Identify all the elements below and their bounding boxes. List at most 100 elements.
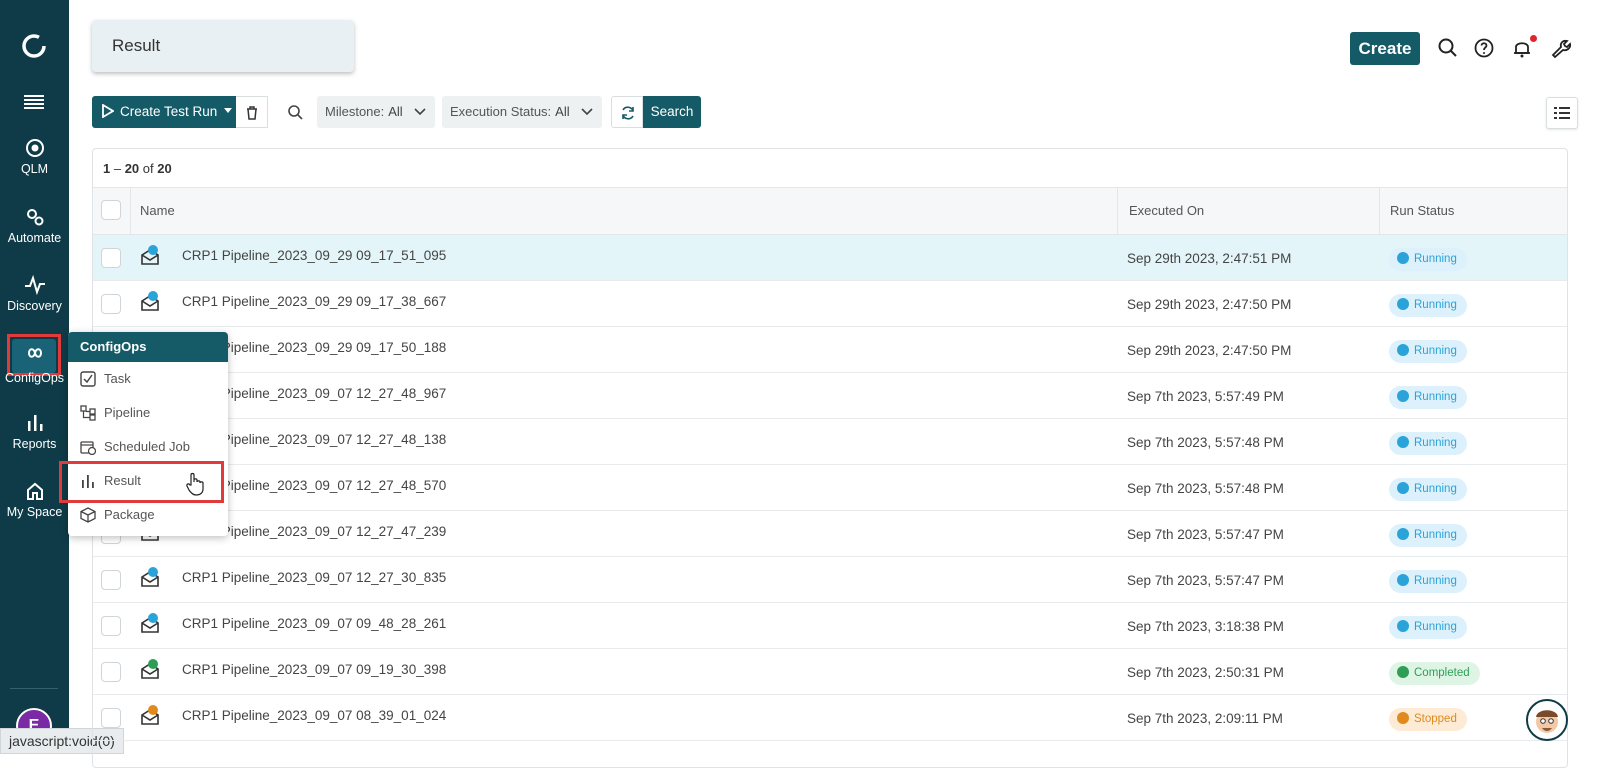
status-badge: Running: [1389, 524, 1467, 547]
menu-item-label: Task: [104, 371, 131, 386]
sidebar-item-label: Reports: [12, 437, 57, 451]
menu-item-pipeline[interactable]: Pipeline: [68, 396, 228, 430]
row-checkbox[interactable]: [101, 616, 121, 636]
table-row[interactable]: CRP1 Pipeline_2023_09_07 12_27_48_570 Sep…: [93, 465, 1567, 511]
menu-item-label: Pipeline: [104, 405, 151, 420]
create-button[interactable]: Create: [1350, 32, 1420, 65]
status-label: Running: [1414, 299, 1457, 311]
status-badge: Running: [1389, 570, 1467, 593]
hamburger-menu-icon[interactable]: [24, 95, 44, 109]
status-badge: Running: [1389, 340, 1467, 363]
status-badge: Running: [1389, 248, 1467, 271]
results-table: 1 – 20 of 20 Name Executed On Run Status…: [92, 148, 1568, 768]
pagination-count: 1 – 20 of 20: [103, 161, 172, 176]
checkbox-icon: [80, 371, 96, 387]
row-checkbox[interactable]: [101, 294, 121, 314]
table-row[interactable]: CRP1 Pipeline_2023_09_07 12_27_30_835 Sep…: [93, 557, 1567, 603]
row-checkbox[interactable]: [101, 248, 121, 268]
run-name[interactable]: CRP1 Pipeline_2023_09_29 09_17_51_095: [182, 248, 446, 263]
pipeline-run-icon: [141, 659, 159, 679]
status-label: Completed: [1414, 667, 1470, 679]
sidebar-divider: [10, 688, 58, 689]
run-name[interactable]: CRP1 Pipeline_2023_09_07 12_27_30_835: [182, 570, 446, 585]
table-row[interactable]: CRP1 Pipeline_2023_09_07 09_48_28_261 Sep…: [93, 603, 1567, 649]
table-row[interactable]: CRP1 Pipeline_2023_09_07 12_27_48_138 Sep…: [93, 419, 1567, 465]
page-title: Result: [92, 20, 354, 72]
trash-icon: [247, 106, 257, 120]
create-test-run-button[interactable]: Create Test Run: [92, 96, 236, 128]
status-badge: Stopped: [1389, 708, 1467, 731]
executed-on: Sep 7th 2023, 5:57:47 PM: [1127, 573, 1284, 588]
row-checkbox[interactable]: [101, 662, 121, 682]
table-row[interactable]: CRP1 Pipeline_2023_09_07 08_39_01_024 Sep…: [93, 695, 1567, 741]
run-name[interactable]: CRP1 Pipeline_2023_09_07 08_39_01_024: [182, 708, 446, 723]
chatbot-assistant-avatar[interactable]: [1526, 699, 1568, 741]
menu-item-scheduled-job[interactable]: Scheduled Job: [68, 430, 228, 464]
home-icon: [26, 482, 43, 500]
status-label: Running: [1414, 253, 1457, 265]
row-checkbox[interactable]: [101, 570, 121, 590]
chevron-down-icon: [581, 108, 593, 116]
refresh-button[interactable]: [611, 96, 643, 128]
column-header-executed-on[interactable]: Executed On: [1129, 188, 1204, 234]
menu-title: ConfigOps: [68, 332, 228, 362]
search-button[interactable]: Search: [643, 96, 701, 128]
table-row[interactable]: CRP1 Pipeline_2023_09_29 09_17_38_667 Sep…: [93, 281, 1567, 327]
execution-status-value: All: [555, 104, 570, 119]
status-label: Running: [1414, 391, 1457, 403]
sidebar-item-discovery[interactable]: Discovery: [0, 275, 69, 313]
help-icon[interactable]: [1473, 37, 1495, 59]
play-icon: [102, 103, 115, 119]
package-box-icon: [80, 507, 96, 523]
status-dot-icon: [1397, 712, 1409, 724]
sidebar-item-configops[interactable]: ConfigOps: [0, 345, 69, 385]
milestone-value: All: [388, 104, 403, 119]
sidebar-item-label: ConfigOps: [4, 371, 65, 385]
column-divider: [130, 188, 131, 234]
table-row[interactable]: CRP1 Pipeline_2023_09_07 12_27_48_967 Sep…: [93, 373, 1567, 419]
sidebar-item-automate[interactable]: Automate: [0, 207, 69, 245]
executed-on: Sep 7th 2023, 5:57:49 PM: [1127, 389, 1284, 404]
table-row[interactable]: CRP1 Pipeline_2023_09_29 09_17_51_095 Sep…: [93, 235, 1567, 281]
milestone-filter[interactable]: Milestone: All: [317, 96, 435, 128]
menu-item-package[interactable]: Package: [68, 498, 228, 532]
status-badge: Completed: [1389, 662, 1480, 685]
run-name[interactable]: CRP1 Pipeline_2023_09_29 09_17_38_667: [182, 294, 446, 309]
list-icon: [1554, 107, 1570, 119]
status-dot-icon: [1397, 390, 1409, 402]
executed-on: Sep 7th 2023, 5:57:48 PM: [1127, 481, 1284, 496]
status-dot-icon: [1397, 574, 1409, 586]
bot-face-icon: [1536, 710, 1558, 733]
status-dot-icon: [1397, 298, 1409, 310]
executed-on: Sep 7th 2023, 5:57:47 PM: [1127, 527, 1284, 542]
status-label: Running: [1414, 575, 1457, 587]
sidebar-item-qlm[interactable]: QLM: [0, 138, 69, 176]
list-view-button[interactable]: [1546, 97, 1578, 129]
column-divider: [1379, 188, 1380, 234]
table-row[interactable]: CRP1 Pipeline_2023_09_07 09_19_30_398 Sep…: [93, 649, 1567, 695]
delete-button[interactable]: [236, 96, 268, 128]
search-icon[interactable]: [1437, 37, 1459, 59]
pulse-icon: [24, 275, 45, 295]
row-checkbox[interactable]: [101, 708, 121, 728]
gears-icon: [26, 209, 43, 226]
run-name[interactable]: CRP1 Pipeline_2023_09_07 09_48_28_261: [182, 616, 446, 631]
sidebar: QLM Automate Discovery ConfigOps Reports…: [0, 0, 69, 754]
column-header-run-status[interactable]: Run Status: [1390, 188, 1454, 234]
table-header: Name Executed On Run Status: [93, 187, 1567, 235]
status-dot-icon: [1397, 666, 1409, 678]
run-name[interactable]: CRP1 Pipeline_2023_09_07 09_19_30_398: [182, 662, 446, 677]
table-row[interactable]: CRP1 Pipeline_2023_09_07 12_27_47_239 Sep…: [93, 511, 1567, 557]
column-header-name[interactable]: Name: [140, 188, 175, 234]
table-row[interactable]: CRP1 Pipeline_2023_09_29 09_17_50_188 Sep…: [93, 327, 1567, 373]
search-icon[interactable]: [287, 104, 303, 120]
sidebar-item-reports[interactable]: Reports: [0, 413, 69, 451]
status-label: Running: [1414, 483, 1457, 495]
menu-item-task[interactable]: Task: [68, 362, 228, 396]
execution-status-filter[interactable]: Execution Status: All: [442, 96, 602, 128]
sidebar-item-label: My Space: [6, 505, 63, 519]
app-logo-icon[interactable]: [20, 32, 48, 60]
count-to: 20: [124, 161, 140, 176]
select-all-checkbox[interactable]: [101, 200, 121, 220]
wrench-icon[interactable]: [1549, 37, 1571, 59]
